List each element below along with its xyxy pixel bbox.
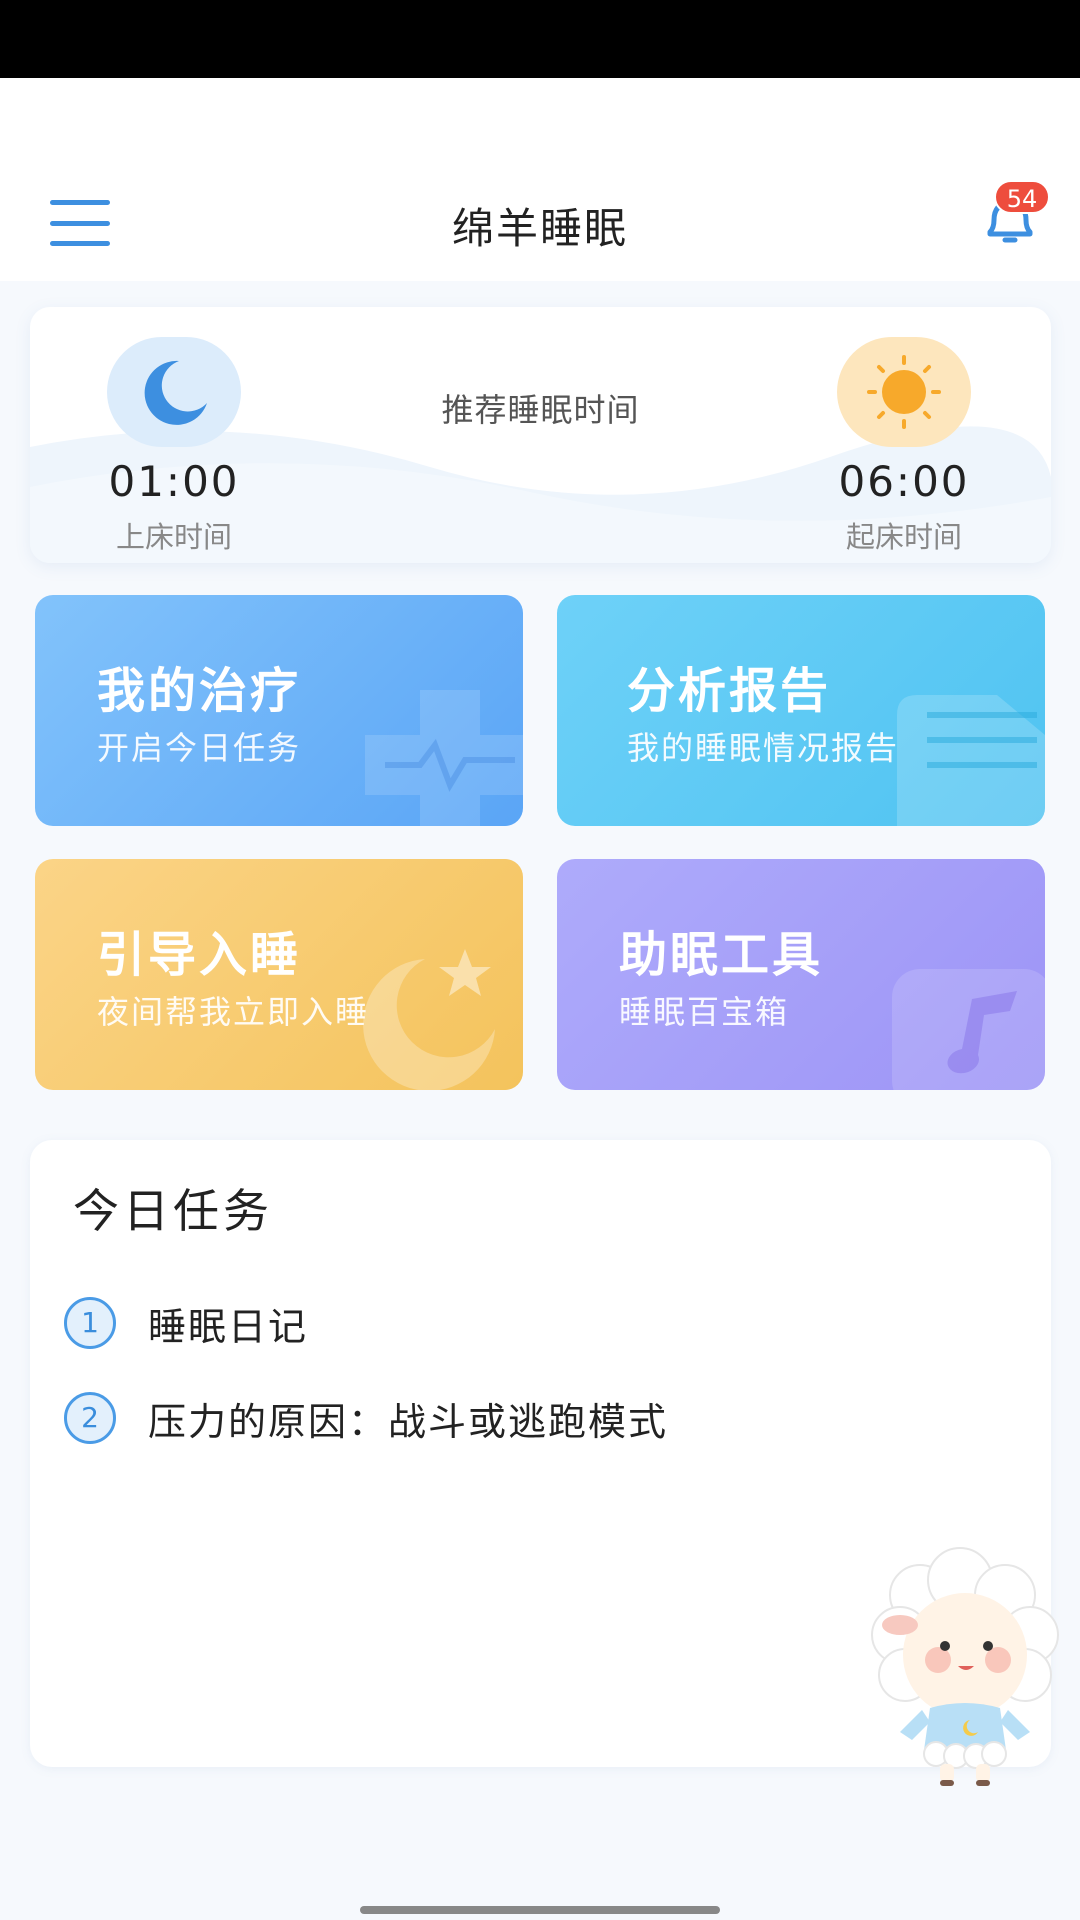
- task-number: 1: [64, 1297, 116, 1349]
- moon-star-icon: [363, 949, 495, 1090]
- page-title: 绵羊睡眠: [451, 204, 628, 253]
- report-card[interactable]: 分析报告 我的睡眠情况报告: [557, 595, 1045, 826]
- task-item[interactable]: 1 睡眠日记: [64, 1295, 308, 1351]
- sleep-guide-title: 引导入睡: [97, 927, 302, 983]
- treatment-title: 我的治疗: [97, 663, 302, 719]
- waketime-block: 06:00 起床时间: [804, 457, 1004, 556]
- bedtime-block: 01:00 上床时间: [74, 457, 274, 556]
- task-label: 睡眠日记: [148, 1304, 309, 1349]
- notification-badge: 54: [994, 180, 1050, 214]
- waketime-label: 起床时间: [845, 520, 962, 554]
- medical-cross-icon: [365, 690, 523, 826]
- report-title: 分析报告: [627, 663, 832, 719]
- treatment-subtitle: 开启今日任务: [97, 729, 302, 767]
- recommend-label: 推荐睡眠时间: [441, 391, 640, 429]
- sleep-tools-card[interactable]: 助眠工具 睡眠百宝箱: [557, 859, 1045, 1090]
- bedtime-value: 01:00: [108, 457, 240, 506]
- sheep-mascot[interactable]: [860, 1540, 1070, 1790]
- sleep-recommendation-card: 推荐睡眠时间 01:00 上床时间 06:00 起床时间: [30, 307, 1051, 563]
- document-icon: [897, 695, 1045, 826]
- music-note-icon: [892, 969, 1045, 1090]
- sleep-tools-subtitle: 睡眠百宝箱: [619, 993, 790, 1031]
- task-label: 压力的原因：战斗或逃跑模式: [148, 1399, 669, 1444]
- sleep-guide-card[interactable]: 引导入睡 夜间帮我立即入睡: [35, 859, 523, 1090]
- home-indicator[interactable]: [360, 1906, 720, 1914]
- sleep-tools-title: 助眠工具: [619, 927, 824, 983]
- status-bar: [0, 0, 1080, 78]
- bedtime-label: 上床时间: [115, 520, 232, 554]
- task-number: 2: [64, 1392, 116, 1444]
- waketime-value: 06:00: [838, 457, 970, 506]
- task-item[interactable]: 2 压力的原因：战斗或逃跑模式: [64, 1390, 668, 1446]
- report-subtitle: 我的睡眠情况报告: [627, 729, 900, 767]
- sleep-guide-subtitle: 夜间帮我立即入睡: [97, 993, 370, 1031]
- treatment-card[interactable]: 我的治疗 开启今日任务: [35, 595, 523, 826]
- tasks-title: 今日任务: [73, 1184, 273, 1238]
